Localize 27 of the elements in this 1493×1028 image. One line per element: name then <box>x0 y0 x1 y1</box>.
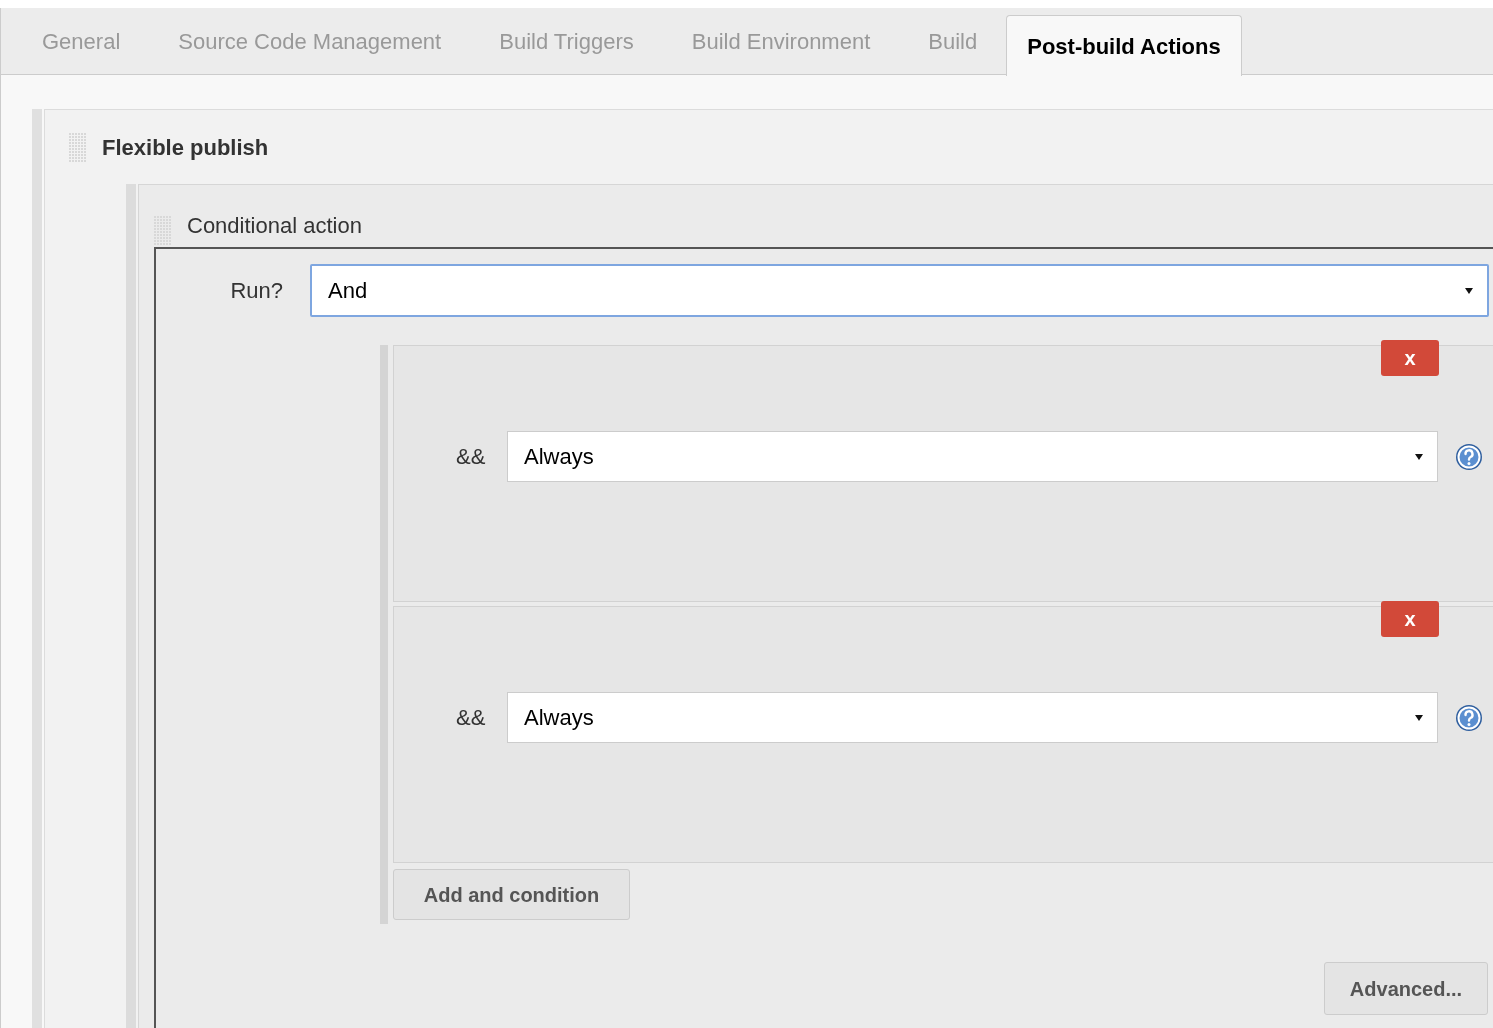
dropdown-arrow-icon <box>1415 714 1423 721</box>
and-label: && <box>455 704 487 732</box>
tab[interactable]: General <box>13 8 150 75</box>
delete-button[interactable]: x <box>1381 340 1439 376</box>
tab[interactable]: Post-build Actions <box>1006 15 1242 76</box>
help-icon[interactable] <box>1455 703 1483 732</box>
condition-select[interactable]: Always <box>507 692 1438 743</box>
tab[interactable]: Build Environment <box>662 8 900 75</box>
tab[interactable]: Build Triggers <box>470 8 663 75</box>
add-condition-button[interactable]: Add and condition <box>393 869 630 920</box>
tab[interactable]: Source Code Management <box>149 8 471 75</box>
and-label: && <box>455 443 487 471</box>
help-icon[interactable] <box>1455 442 1483 471</box>
tab[interactable]: Build <box>899 8 1007 75</box>
condition-select[interactable]: Always <box>507 431 1438 482</box>
delete-button[interactable]: x <box>1381 601 1439 637</box>
run-label: Run? <box>229 277 283 305</box>
section-title: Flexible publish <box>102 133 269 162</box>
select-value: Always <box>524 443 594 471</box>
advanced-button[interactable]: Advanced... <box>1324 962 1488 1015</box>
select-value: Always <box>524 704 594 732</box>
dropdown-arrow-icon <box>1465 287 1473 294</box>
action-title: Conditional action <box>187 212 362 240</box>
dropdown-arrow-icon <box>1415 453 1423 460</box>
drag-handle-icon[interactable] <box>68 132 86 162</box>
select-value: And <box>328 277 368 305</box>
run-select[interactable]: And <box>310 264 1489 317</box>
